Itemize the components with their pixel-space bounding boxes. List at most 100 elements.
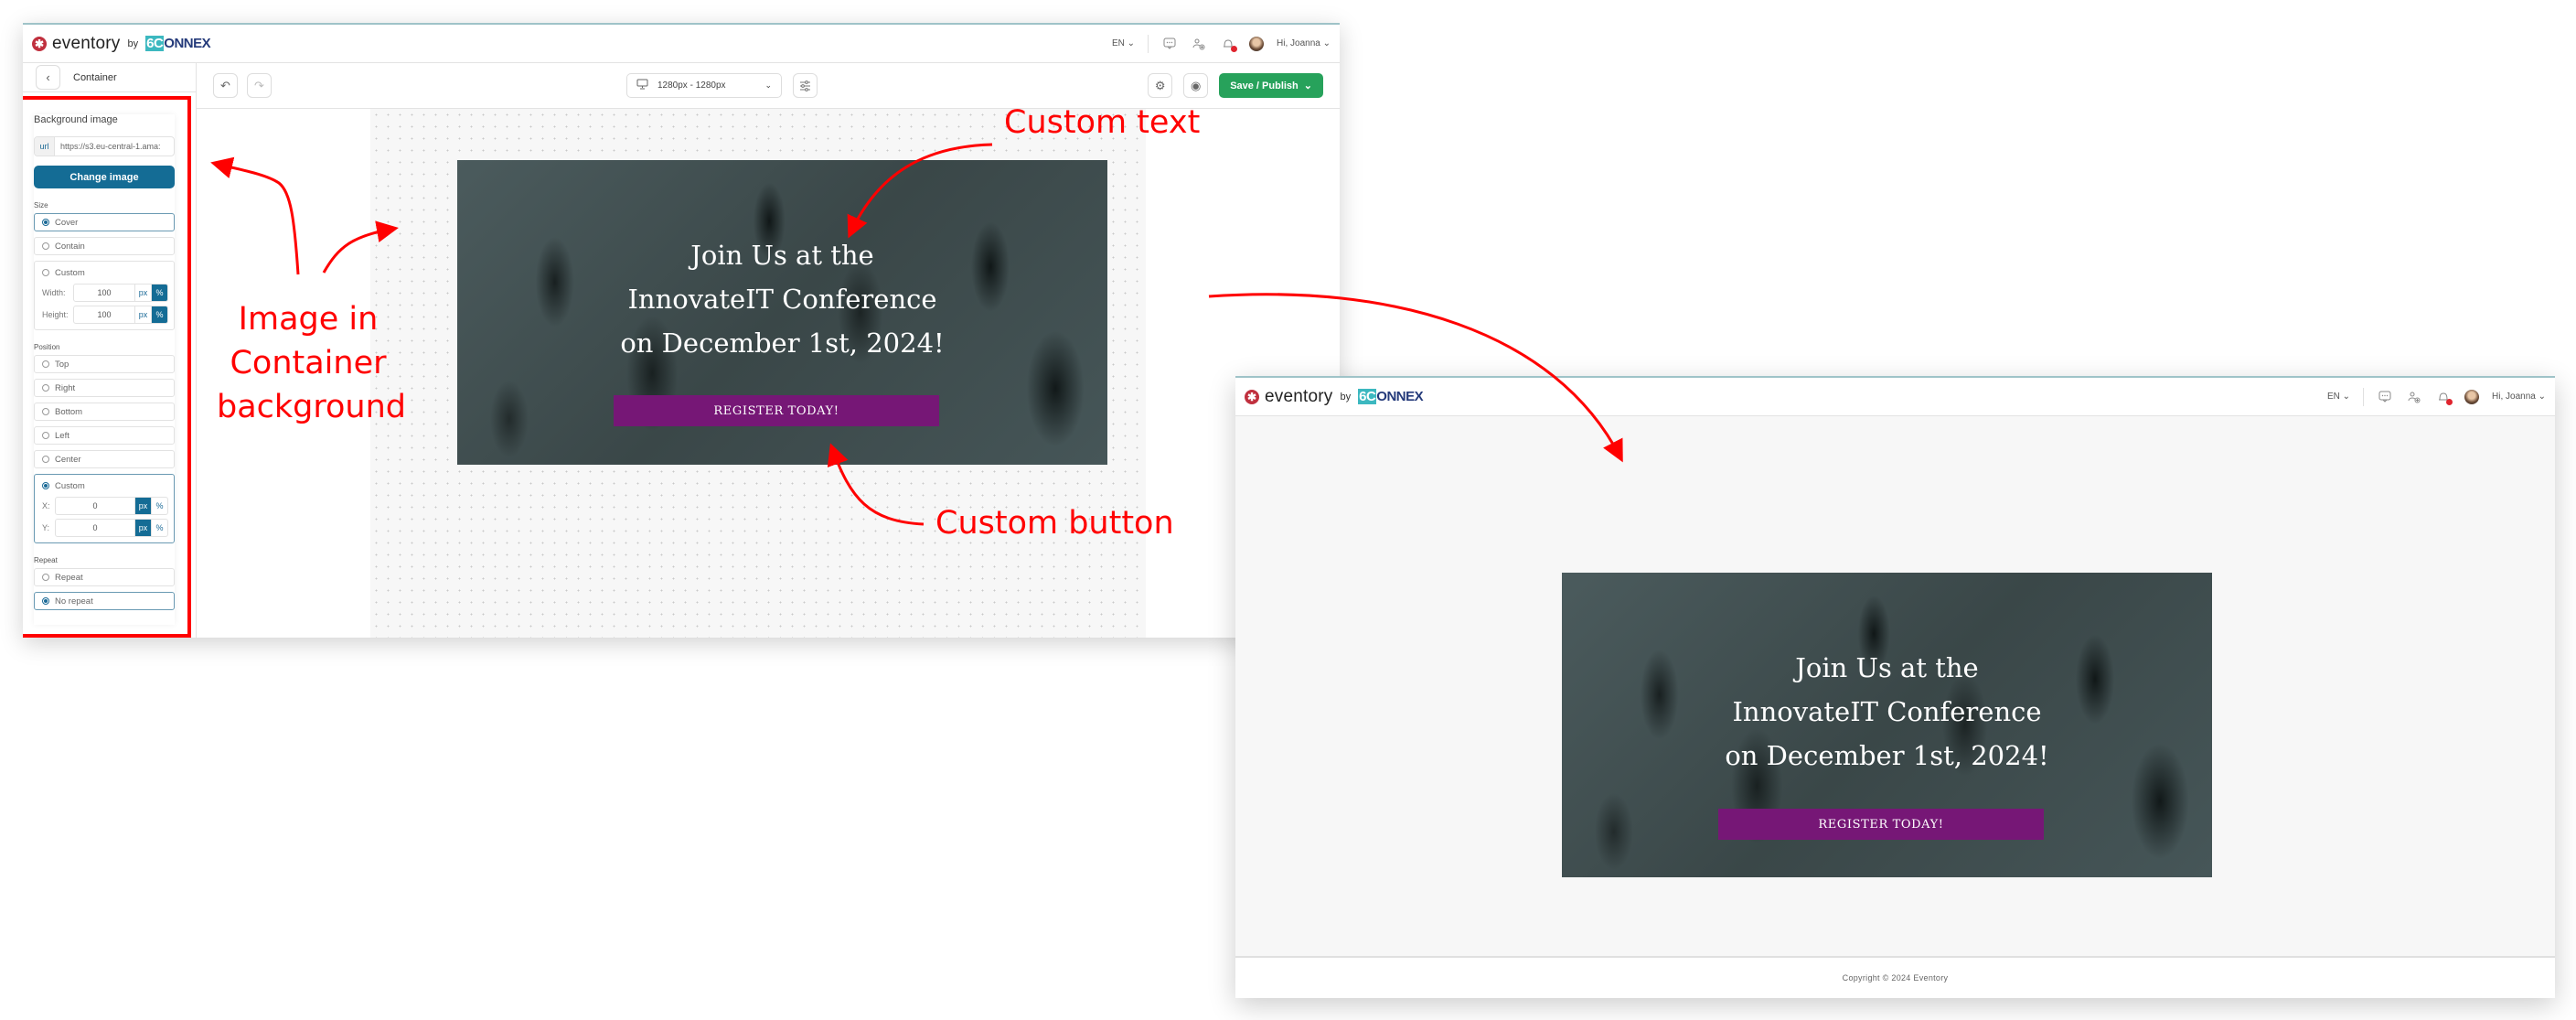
width-unit-px[interactable]: px xyxy=(134,285,151,301)
option-label: Center xyxy=(55,454,81,465)
headline-line-1: Join Us at the xyxy=(1795,652,1979,683)
annotation-line-3: background xyxy=(217,389,407,425)
repeat-option-no-repeat[interactable]: No repeat xyxy=(34,592,175,610)
logo-by: by xyxy=(1340,391,1352,403)
avatar[interactable] xyxy=(2464,389,2480,404)
divider xyxy=(2363,387,2365,406)
option-label: Left xyxy=(55,430,69,441)
bell-icon[interactable] xyxy=(2435,389,2453,405)
logo[interactable]: ✱ eventory by 6CONNEX xyxy=(1245,387,1424,407)
height-unit-px[interactable]: px xyxy=(134,306,151,323)
partner-logo-prefix: 6C xyxy=(145,36,165,51)
composite-screenshot: ✱ eventory by 6CONNEX EN ⌄ Hi, Joanna ⌄ … xyxy=(0,0,2576,1020)
viewport-select[interactable]: 1280px - 1280px ⌄ xyxy=(626,73,782,98)
image-url-field[interactable]: url https://s3.eu-central-1.ama: xyxy=(34,136,175,156)
bell-icon[interactable] xyxy=(1220,36,1238,52)
partner-logo-suffix: ONNEX xyxy=(1376,389,1424,404)
width-input[interactable]: 100 xyxy=(74,285,134,301)
gear-icon[interactable]: ⚙ xyxy=(1148,73,1173,98)
header-actions: EN ⌄ Hi, Joanna ⌄ xyxy=(1112,34,1331,53)
position-option-right[interactable]: Right xyxy=(34,379,175,397)
radio-checked-icon xyxy=(42,482,49,489)
eventory-logo-icon: ✱ xyxy=(32,36,47,51)
radio-checked-icon xyxy=(42,597,49,605)
size-option-custom-group: Custom Width: 100 px % Height: 100 px % xyxy=(34,261,175,330)
preview-window: ✱ eventory by 6CONNEX EN ⌄ Hi, Joanna ⌄ … xyxy=(1235,376,2555,998)
x-unit-px[interactable]: px xyxy=(134,498,151,514)
register-button[interactable]: REGISTER TODAY! xyxy=(1718,809,2044,840)
undo-button[interactable]: ↶ xyxy=(213,73,238,98)
x-unit-percent[interactable]: % xyxy=(151,498,167,514)
position-option-center[interactable]: Center xyxy=(34,450,175,468)
back-button[interactable]: ‹ xyxy=(36,65,60,90)
eventory-logo-icon: ✱ xyxy=(1245,389,1259,404)
language-selector[interactable]: EN ⌄ xyxy=(2327,392,2350,402)
avatar[interactable] xyxy=(1249,36,1265,51)
repeat-option-repeat[interactable]: Repeat xyxy=(34,568,175,586)
eye-icon[interactable]: ◉ xyxy=(1183,73,1209,98)
option-label: Repeat xyxy=(55,572,83,583)
option-label: Contain xyxy=(55,241,85,252)
change-image-button[interactable]: Change image xyxy=(34,166,175,188)
language-selector[interactable]: EN ⌄ xyxy=(1112,38,1135,48)
banner-headline[interactable]: Join Us at the InnovateIT Conference on … xyxy=(457,233,1107,365)
radio-unchecked-icon xyxy=(42,408,49,415)
radio-unchecked-icon xyxy=(42,384,49,392)
user-menu[interactable]: Hi, Joanna ⌄ xyxy=(2492,392,2546,402)
size-option-contain[interactable]: Contain xyxy=(34,237,175,255)
height-input[interactable]: 100 xyxy=(74,306,134,323)
height-field: 100 px % xyxy=(73,306,168,324)
y-row: Y: 0 px % xyxy=(42,519,168,537)
repeat-label: Repeat xyxy=(34,556,58,564)
size-option-custom[interactable]: Custom xyxy=(42,265,168,280)
option-label: Top xyxy=(55,359,69,370)
width-unit-percent[interactable]: % xyxy=(151,285,167,301)
sidebar-title: Container xyxy=(73,71,117,83)
size-option-cover[interactable]: Cover xyxy=(34,213,175,231)
radio-unchecked-icon xyxy=(42,269,49,276)
y-label: Y: xyxy=(42,523,50,532)
notification-badge xyxy=(2446,398,2453,405)
radio-unchecked-icon xyxy=(42,432,49,439)
height-row: Height: 100 px % xyxy=(42,306,168,324)
save-publish-button[interactable]: Save / Publish ⌄ xyxy=(1219,73,1323,98)
logo-by: by xyxy=(127,38,139,49)
user-menu[interactable]: Hi, Joanna ⌄ xyxy=(1277,38,1331,48)
option-label: Bottom xyxy=(55,406,83,417)
position-option-custom[interactable]: Custom xyxy=(42,478,168,493)
x-row: X: 0 px % xyxy=(42,497,168,515)
x-input[interactable]: 0 xyxy=(56,498,134,514)
partner-logo-suffix: ONNEX xyxy=(164,36,211,51)
y-input[interactable]: 0 xyxy=(56,520,134,536)
banner-headline: Join Us at the InnovateIT Conference on … xyxy=(1562,646,2212,778)
container-banner[interactable]: Join Us at the InnovateIT Conference on … xyxy=(457,160,1107,465)
option-label: Cover xyxy=(55,217,79,228)
y-unit-px[interactable]: px xyxy=(134,520,151,536)
register-button[interactable]: REGISTER TODAY! xyxy=(614,395,939,426)
chat-icon[interactable] xyxy=(2377,389,2393,405)
background-image-panel: Background image url https://s3.eu-centr… xyxy=(34,114,175,625)
annotation-line-1: Image in xyxy=(238,301,379,338)
desktop-icon xyxy=(636,79,648,92)
position-label: Position xyxy=(34,343,60,351)
redo-button[interactable]: ↷ xyxy=(247,73,272,98)
save-publish-label: Save / Publish xyxy=(1230,80,1299,91)
height-label: Height: xyxy=(42,310,69,319)
chat-icon[interactable] xyxy=(1161,36,1178,52)
option-label: Custom xyxy=(55,267,85,278)
add-user-icon[interactable] xyxy=(2406,389,2422,405)
logo[interactable]: ✱ eventory by 6CONNEX xyxy=(32,34,211,54)
position-option-top[interactable]: Top xyxy=(34,355,175,373)
position-option-bottom[interactable]: Bottom xyxy=(34,403,175,421)
sliders-icon[interactable] xyxy=(793,73,818,98)
position-option-left[interactable]: Left xyxy=(34,426,175,445)
annotation-image-background: Image in Container background xyxy=(217,297,407,429)
radio-unchecked-icon xyxy=(42,242,49,250)
annotation-custom-text: Custom text xyxy=(1004,104,1201,141)
image-url-input[interactable]: https://s3.eu-central-1.ama: xyxy=(55,137,161,156)
height-unit-percent[interactable]: % xyxy=(151,306,167,323)
add-user-icon[interactable] xyxy=(1191,36,1207,52)
radio-unchecked-icon xyxy=(42,360,49,368)
position-option-custom-group: Custom X: 0 px % Y: 0 px % xyxy=(34,474,175,543)
y-unit-percent[interactable]: % xyxy=(151,520,167,536)
